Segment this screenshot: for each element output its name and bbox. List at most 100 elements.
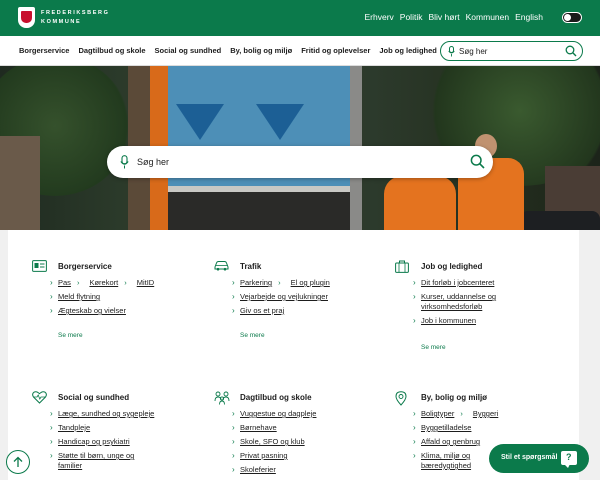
chevron-right-icon: › — [232, 306, 235, 315]
chevron-right-icon: › — [232, 278, 235, 287]
link-vuggestue[interactable]: Vuggestue og dagpleje — [240, 409, 316, 419]
link-stotte-til-born[interactable]: Støtte til børn, unge og familier — [58, 451, 158, 471]
topics-card: Borgerservice › Pas › Kørekort › MitID ›… — [8, 230, 579, 480]
brand-name-line1: FREDERIKSBERG — [41, 10, 110, 16]
section-title[interactable]: By, bolig og miljø — [421, 393, 487, 402]
link-mitid[interactable]: MitID — [137, 278, 155, 288]
nav-item-fritid-og-oplevelser[interactable]: Fritid og oplevelser — [301, 46, 370, 55]
chat-bubble-icon: ? — [561, 451, 577, 468]
link-el-og-plugin[interactable]: El og plugin — [291, 278, 330, 288]
page: FREDERIKSBERG KOMMUNE Erhverv Politik Bl… — [0, 0, 600, 480]
nav-search-input[interactable] — [459, 45, 559, 57]
chevron-right-icon: › — [232, 409, 235, 418]
top-links: Erhverv Politik Bliv hørt Kommunen Engli… — [364, 12, 543, 22]
ask-question-label: Stil et spørgsmål — [501, 454, 558, 461]
hero-search-box — [107, 146, 493, 178]
nav-item-social-og-sundhed[interactable]: Social og sundhed — [155, 46, 222, 55]
chevron-right-icon: › — [460, 409, 463, 418]
crest-logo-icon[interactable] — [18, 7, 35, 28]
link-laege-sundhed[interactable]: Læge, sundhed og sygepleje — [58, 409, 154, 419]
link-dit-forlob[interactable]: Dit forløb i jobcenteret — [421, 278, 494, 288]
section-title[interactable]: Borgerservice — [58, 262, 112, 271]
section-title[interactable]: Trafik — [240, 262, 261, 271]
see-more-link[interactable]: Se mere — [421, 344, 446, 351]
scroll-to-top-button[interactable] — [6, 450, 30, 474]
chevron-right-icon: › — [232, 292, 235, 301]
nav-item-by-bolig-og-miljo[interactable]: By, bolig og miljø — [230, 46, 292, 55]
link-aegteskab-og-vielser[interactable]: Ægteskab og vielser — [58, 306, 126, 316]
section-title[interactable]: Dagtilbud og skole — [240, 393, 312, 402]
heart-pulse-icon — [32, 391, 47, 404]
chevron-right-icon: › — [232, 465, 235, 474]
arrow-up-icon — [13, 456, 23, 467]
link-byggeri[interactable]: Byggeri — [473, 409, 498, 419]
chevron-right-icon: › — [232, 437, 235, 446]
top-link-erhverv[interactable]: Erhverv — [364, 12, 393, 22]
id-card-icon — [32, 260, 47, 272]
chevron-right-icon: › — [50, 306, 53, 315]
link-bornehave[interactable]: Børnehave — [240, 423, 277, 433]
chevron-right-icon: › — [413, 409, 416, 418]
chevron-right-icon: › — [232, 423, 235, 432]
microphone-icon[interactable] — [448, 46, 455, 57]
link-pas[interactable]: Pas — [58, 278, 71, 288]
chevron-right-icon: › — [413, 451, 416, 460]
link-parkering[interactable]: Parkering — [240, 278, 272, 288]
hero-search-input[interactable] — [137, 155, 437, 169]
link-boligtyper[interactable]: Boligtyper — [421, 409, 454, 419]
top-link-english[interactable]: English — [515, 12, 543, 22]
chevron-right-icon: › — [413, 292, 416, 301]
microphone-icon[interactable] — [120, 155, 129, 169]
link-privat-pasning[interactable]: Privat pasning — [240, 451, 288, 461]
nav-item-borgerservice[interactable]: Borgerservice — [19, 46, 69, 55]
brand-name-line2: KOMMUNE — [41, 19, 82, 25]
chevron-right-icon: › — [124, 278, 127, 287]
chevron-right-icon: › — [76, 278, 80, 287]
see-more-link[interactable]: Se mere — [240, 332, 265, 339]
link-vejarbejde[interactable]: Vejarbejde og vejlukninger — [240, 292, 328, 302]
link-tandpleje[interactable]: Tandpleje — [58, 423, 90, 433]
brand-logo-text[interactable]: FREDERIKSBERG KOMMUNE — [41, 9, 109, 27]
link-korekort[interactable]: Kørekort — [89, 278, 118, 288]
top-bar: FREDERIKSBERG KOMMUNE Erhverv Politik Bl… — [0, 0, 600, 36]
chevron-right-icon: › — [413, 437, 416, 446]
link-klima-miljo[interactable]: Klima, miljø og bæredygtighed — [421, 451, 483, 471]
link-handicap[interactable]: Handicap og psykiatri — [58, 437, 130, 447]
top-link-kommunen[interactable]: Kommunen — [466, 12, 509, 22]
chevron-right-icon: › — [50, 409, 53, 418]
link-job-i-kommunen[interactable]: Job i kommunen — [421, 316, 476, 326]
family-icon — [214, 391, 230, 405]
main-nav: Borgerservice Dagtilbud og skole Social … — [0, 36, 600, 66]
link-affald-og-genbrug[interactable]: Affald og genbrug — [421, 437, 480, 447]
link-byggetilladelse[interactable]: Byggetilladelse — [421, 423, 471, 433]
link-kurser-uddannelse[interactable]: Kurser, uddannelse og virksomhedsforløb — [421, 292, 549, 312]
chevron-right-icon: › — [232, 451, 235, 460]
location-pin-icon — [395, 391, 407, 406]
chevron-right-icon: › — [278, 278, 281, 287]
search-icon[interactable] — [565, 45, 577, 57]
car-icon — [214, 261, 229, 271]
search-icon[interactable] — [470, 154, 485, 169]
top-link-politik[interactable]: Politik — [400, 12, 423, 22]
ask-question-button[interactable]: Stil et spørgsmål ? — [489, 444, 589, 473]
chevron-right-icon: › — [413, 278, 416, 287]
chevron-right-icon: › — [50, 423, 53, 432]
nav-item-job-og-ledighed[interactable]: Job og ledighed — [379, 46, 437, 55]
chevron-right-icon: › — [413, 423, 416, 432]
chevron-right-icon: › — [50, 292, 53, 301]
section-title[interactable]: Social og sundhed — [58, 393, 129, 402]
link-meld-flytning[interactable]: Meld flytning — [58, 292, 100, 302]
chevron-right-icon: › — [50, 451, 53, 460]
nav-item-dagtilbud-og-skole[interactable]: Dagtilbud og skole — [78, 46, 145, 55]
link-skoleferier[interactable]: Skoleferier — [240, 465, 276, 475]
link-giv-os-et-praj[interactable]: Giv os et praj — [240, 306, 284, 316]
contrast-toggle[interactable] — [562, 12, 582, 23]
section-title[interactable]: Job og ledighed — [421, 262, 482, 271]
see-more-link[interactable]: Se mere — [58, 332, 83, 339]
link-skole-sfo[interactable]: Skole, SFO og klub — [240, 437, 305, 447]
nav-search-box — [440, 41, 583, 61]
chat-bubble-glyph: ? — [566, 452, 572, 462]
briefcase-icon — [395, 260, 409, 273]
chevron-right-icon: › — [50, 437, 53, 446]
top-link-bliv-hort[interactable]: Bliv hørt — [428, 12, 459, 22]
